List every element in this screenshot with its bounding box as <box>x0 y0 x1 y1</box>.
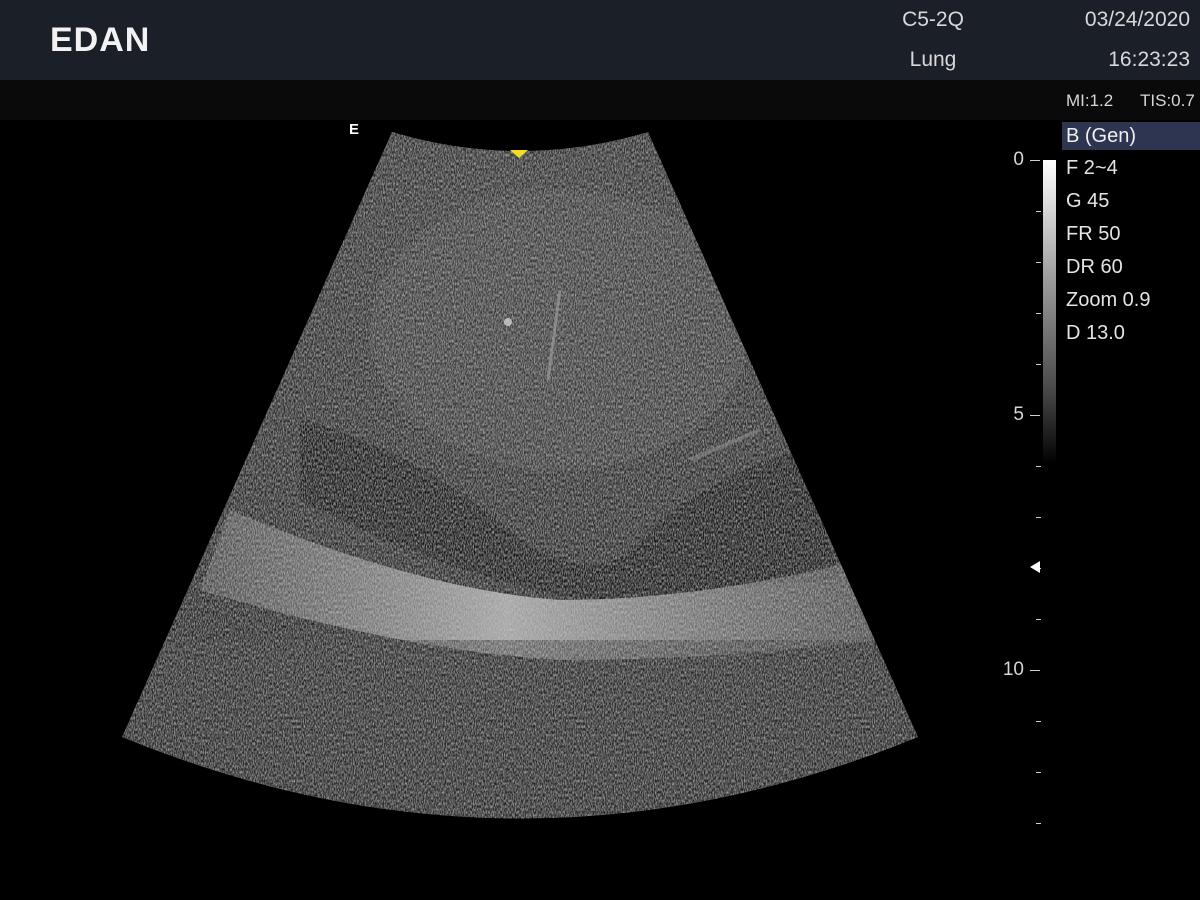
depth-tick <box>1036 211 1041 212</box>
grayscale-bar <box>1043 160 1056 465</box>
ultrasound-image[interactable] <box>0 120 980 840</box>
imaging-parameters: B (Gen) F 2~4 G 45 FR 50 DR 60 Zoom 0.9 … <box>1062 122 1200 352</box>
depth-label: 0 <box>1013 149 1024 170</box>
depth-tick <box>1036 823 1041 824</box>
depth-tick <box>1036 517 1041 518</box>
top-bar: EDAN C5-2Q Lung 03/24/2020 16:23:23 <box>0 0 1200 80</box>
mechanical-index: MI:1.2 <box>1066 91 1114 110</box>
param-zoom[interactable]: Zoom 0.9 <box>1062 286 1200 319</box>
param-frequency[interactable]: F 2~4 <box>1062 154 1200 187</box>
param-mode[interactable]: B (Gen) <box>1062 122 1200 150</box>
depth-tick <box>1030 670 1040 671</box>
depth-tick <box>1036 313 1041 314</box>
depth-tick <box>1036 262 1041 263</box>
probe-name[interactable]: C5-2Q <box>863 8 1003 32</box>
depth-tick <box>1036 466 1041 467</box>
depth-tick <box>1036 721 1041 722</box>
depth-tick <box>1030 160 1040 161</box>
depth-tick <box>1036 364 1041 365</box>
focus-marker-icon[interactable] <box>1030 561 1040 573</box>
date-display: 03/24/2020 <box>1084 8 1190 31</box>
exam-preset[interactable]: Lung <box>863 48 1003 72</box>
depth-label: 10 <box>1002 659 1024 680</box>
info-bar <box>0 80 1200 120</box>
sector-region <box>122 132 918 819</box>
depth-tick <box>1030 415 1040 416</box>
brand-logo: EDAN <box>50 21 151 59</box>
param-gain[interactable]: G 45 <box>1062 187 1200 220</box>
param-depth[interactable]: D 13.0 <box>1062 319 1200 352</box>
depth-tick <box>1036 772 1041 773</box>
depth-label: 5 <box>1013 404 1024 425</box>
param-frame-rate[interactable]: FR 50 <box>1062 220 1200 253</box>
orientation-marker: E <box>349 121 360 138</box>
time-display: 16:23:23 <box>1108 48 1190 71</box>
depth-tick <box>1036 619 1041 620</box>
param-dynamic-range[interactable]: DR 60 <box>1062 253 1200 286</box>
thermal-index: TIS:0.7 <box>1140 91 1195 110</box>
